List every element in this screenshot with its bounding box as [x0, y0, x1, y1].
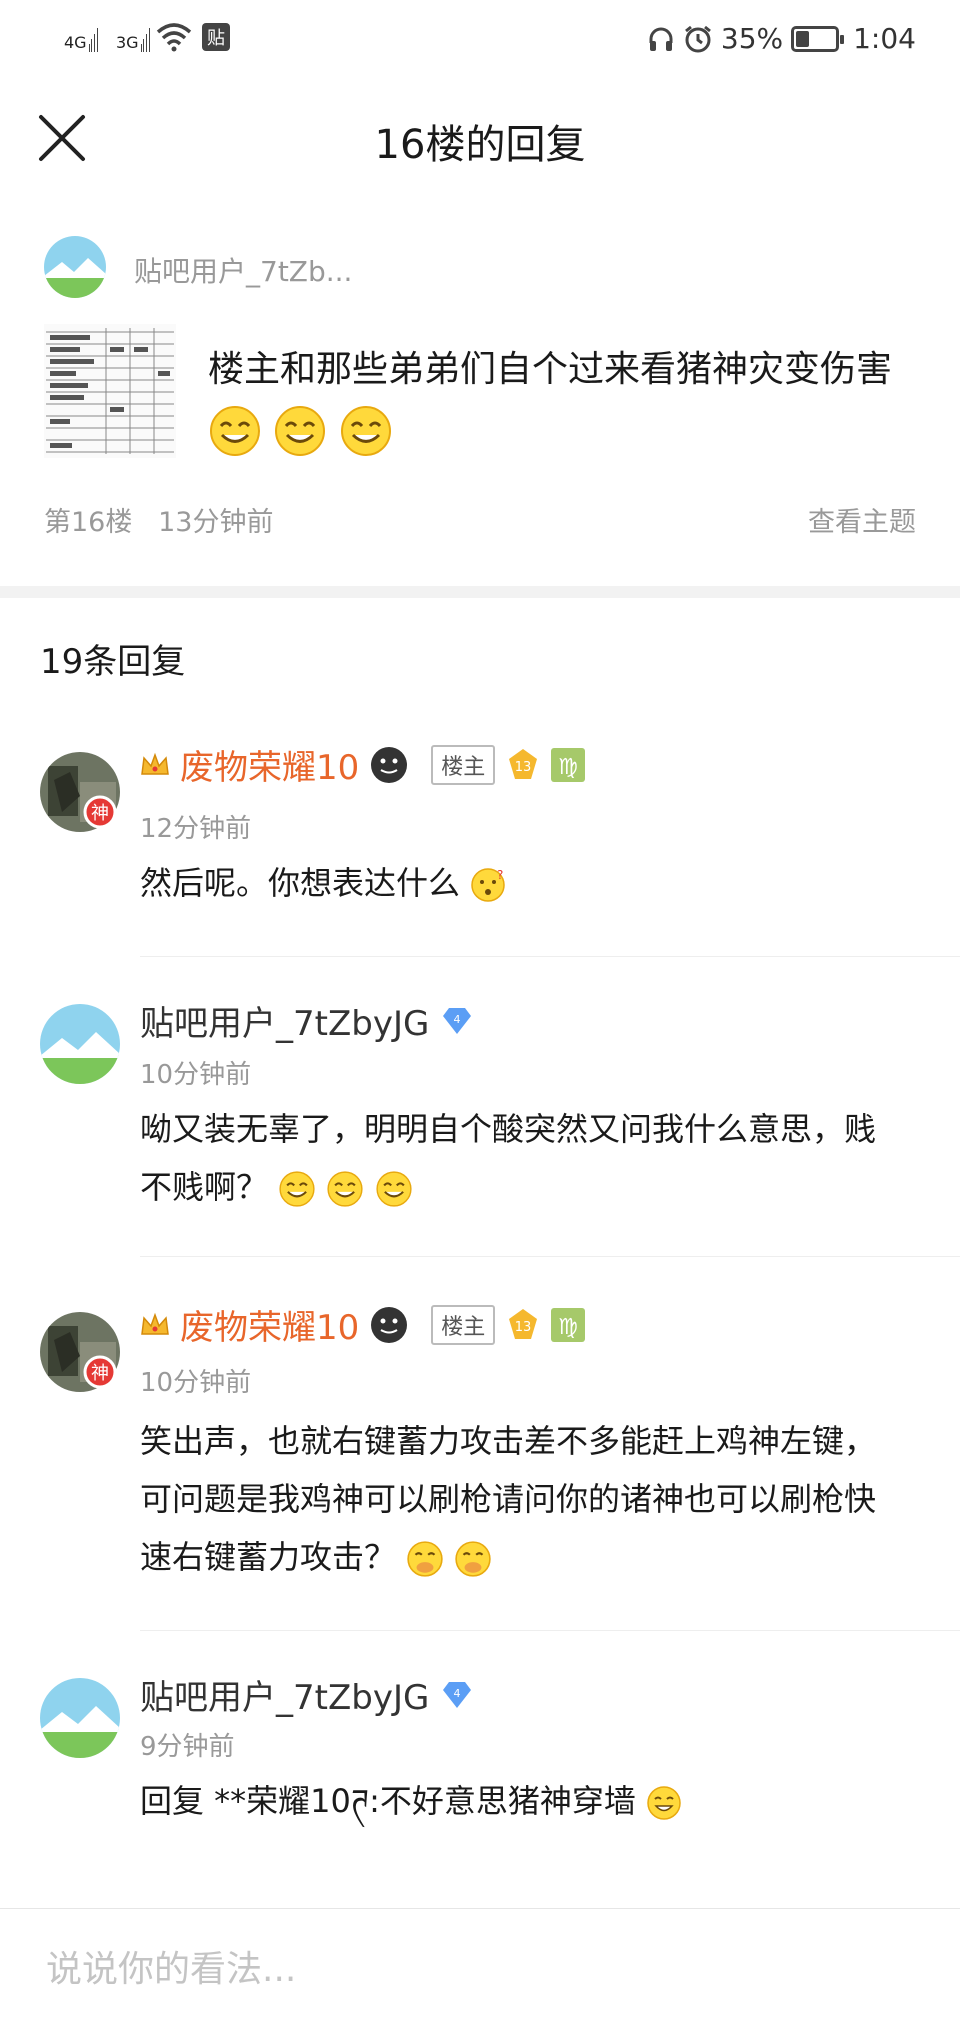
post-time: 13分钟前 — [158, 507, 274, 538]
avatar[interactable] — [40, 1678, 120, 1758]
floor-number: 第16楼 — [44, 507, 133, 538]
diamond-icon: 4 — [443, 1681, 472, 1708]
reply-text: 呦又装无辜了，明明自个酸突然又问我什么意思，贱不贱啊？ — [140, 1110, 877, 1206]
smile-emoji-icon — [275, 406, 326, 456]
comment-input[interactable] — [46, 1939, 906, 1999]
reply-username[interactable]: 贴吧用户_7tZbyJG — [140, 996, 429, 1045]
reply-text: 回复 **荣耀10ཊ:不好意思猪神穿墙 — [140, 1782, 636, 1820]
owner-badge: 楼主 — [431, 1304, 496, 1345]
reply-username[interactable]: 废物荣耀10 — [180, 1300, 359, 1349]
view-topic-link[interactable]: 查看主题 — [808, 500, 916, 539]
reply-time: 9分钟前 — [140, 1732, 235, 1762]
svg-text:13: 13 — [515, 1320, 532, 1335]
section-divider — [0, 586, 960, 598]
page-header: 16楼的回复 — [0, 84, 960, 194]
virgo-icon: ♍ — [551, 747, 586, 782]
reply-content: 笑出声，也就右键蓄力攻击差不多能赶上鸡神左键，可问题是我鸡神可以刷枪请问你的诸神… — [140, 1412, 900, 1586]
svg-text:♍: ♍ — [558, 755, 578, 780]
smile-emoji-icon — [340, 406, 391, 456]
wifi-icon — [156, 23, 192, 52]
reply-divider — [140, 1256, 960, 1257]
reply-count: 19条回复 — [40, 642, 186, 682]
comment-bar — [0, 1908, 960, 2027]
tieba-notification-icon: 贴 — [202, 23, 230, 51]
reply-time: 10分钟前 — [140, 1368, 252, 1398]
reply-content: 然后呢。你想表达什么 ? — [140, 854, 900, 912]
battery-icon — [791, 25, 845, 52]
thinking-emoji-icon: ? — [471, 868, 505, 902]
reply-text: 然后呢。你想表达什么 — [140, 864, 461, 902]
status-bar: 4G 3G 贴 35% 1:04 — [0, 0, 960, 80]
avatar-face-emoji-icon — [371, 1306, 408, 1343]
svg-text:?: ? — [497, 868, 503, 882]
owner-badge: 楼主 — [431, 744, 496, 785]
avatar[interactable] — [40, 1004, 120, 1084]
reply-text: 笑出声，也就右键蓄力攻击差不多能赶上鸡神左键，可问题是我鸡神可以刷枪请问你的诸神… — [140, 1422, 877, 1576]
reply-content: 回复 **荣耀10ཊ:不好意思猪神穿墙 — [140, 1772, 900, 1830]
main-post: 贴吧用户_7tZb... 楼主和那些弟弟们自个过来看猪神灾变伤害 第16楼 13… — [0, 200, 960, 580]
svg-text:4: 4 — [454, 1687, 461, 1700]
headphones-icon — [649, 27, 673, 51]
signal-4g-icon: 4G — [64, 28, 99, 52]
svg-text:♍: ♍ — [558, 1315, 578, 1340]
reply-username[interactable]: 废物荣耀10 — [180, 740, 359, 789]
reply-time: 12分钟前 — [140, 814, 252, 844]
giggle-emoji-icon — [455, 1541, 492, 1577]
svg-text:13: 13 — [515, 760, 532, 775]
clock: 1:04 — [853, 22, 916, 55]
main-post-content: 楼主和那些弟弟们自个过来看猪神灾变伤害 — [208, 340, 908, 460]
virgo-icon: ♍ — [551, 1307, 586, 1342]
avatar[interactable]: 神 — [40, 1312, 120, 1392]
giggle-emoji-icon — [407, 1541, 443, 1577]
main-post-text: 楼主和那些弟弟们自个过来看猪神灾变伤害 — [208, 349, 893, 390]
smile-emoji-icon — [210, 406, 260, 456]
avatar-face-emoji-icon — [371, 746, 408, 783]
battery-percent: 35% — [720, 22, 784, 55]
reply-content: 呦又装无辜了，明明自个酸突然又问我什么意思，贱不贱啊？ — [140, 1100, 900, 1216]
smile-emoji-icon — [279, 1171, 315, 1207]
signal-3g-icon: 3G — [116, 28, 151, 52]
reply-time: 10分钟前 — [140, 1060, 252, 1090]
avatar[interactable]: 神 — [40, 752, 120, 832]
post-image-thumbnail[interactable] — [44, 324, 176, 458]
svg-text:4: 4 — [454, 1013, 461, 1026]
main-post-username[interactable]: 贴吧用户_7tZb... — [134, 250, 352, 290]
smile-emoji-icon — [375, 1171, 412, 1207]
svg-text:神: 神 — [91, 1363, 109, 1384]
crown-icon — [141, 1312, 169, 1335]
alarm-icon — [684, 25, 711, 52]
reply-divider — [140, 956, 960, 957]
page-title: 16楼的回复 — [374, 122, 586, 168]
smile-emoji-icon — [327, 1171, 363, 1207]
crown-icon — [141, 752, 169, 775]
level-badge-icon: 13 — [509, 1308, 538, 1339]
reply-username[interactable]: 贴吧用户_7tZbyJG — [140, 1670, 429, 1719]
svg-text:神: 神 — [91, 803, 109, 824]
grin-emoji-icon — [647, 1786, 681, 1820]
reply-divider — [140, 1630, 960, 1631]
main-post-meta: 第16楼 13分钟前 — [44, 500, 273, 539]
avatar[interactable] — [44, 236, 106, 298]
level-badge-icon: 13 — [509, 748, 538, 779]
diamond-icon: 4 — [443, 1007, 472, 1034]
